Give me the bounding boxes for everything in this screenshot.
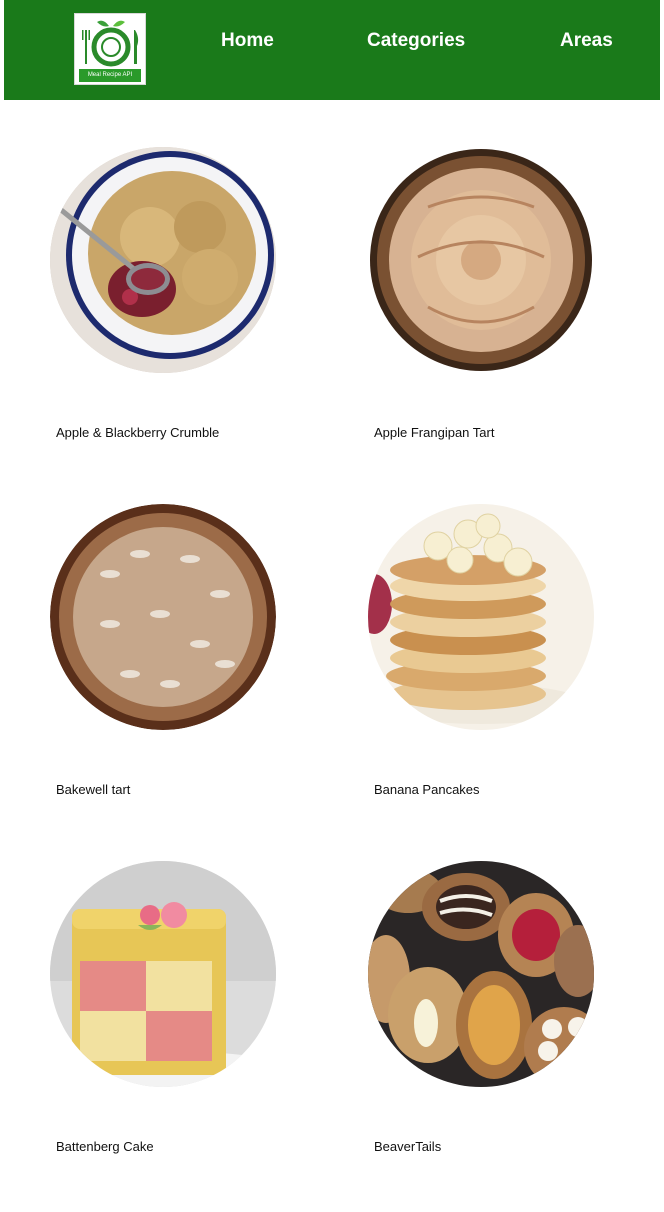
meal-card[interactable]: Apple Frangipan Tart xyxy=(368,147,648,467)
meal-image[interactable] xyxy=(50,861,276,1087)
app-logo[interactable]: Meal Recipe API xyxy=(74,13,146,85)
meal-image[interactable] xyxy=(50,147,276,373)
meal-name[interactable]: BeaverTails xyxy=(374,1139,441,1155)
meal-card[interactable]: BeaverTails xyxy=(368,861,648,1181)
meal-name[interactable]: Banana Pancakes xyxy=(374,782,480,798)
meal-image[interactable] xyxy=(368,504,594,730)
meal-name[interactable]: Bakewell tart xyxy=(56,782,130,798)
meal-image[interactable] xyxy=(50,504,276,730)
meal-card[interactable]: Bakewell tart xyxy=(50,504,330,824)
meal-name[interactable]: Battenberg Cake xyxy=(56,1139,154,1155)
meal-image[interactable] xyxy=(368,147,594,373)
meal-image[interactable] xyxy=(368,861,594,1087)
meal-name[interactable]: Apple & Blackberry Crumble xyxy=(56,425,219,441)
meal-card[interactable]: Banana Pancakes xyxy=(368,504,648,824)
plate-cutlery-icon xyxy=(82,20,139,67)
meal-card[interactable]: Apple & Blackberry Crumble xyxy=(50,147,330,467)
meal-card[interactable]: Battenberg Cake xyxy=(50,861,330,1181)
nav-categories[interactable]: Categories xyxy=(367,28,465,54)
logo-caption: Meal Recipe API xyxy=(79,69,141,82)
nav-home[interactable]: Home xyxy=(221,28,274,54)
meal-name[interactable]: Apple Frangipan Tart xyxy=(374,425,494,441)
top-navbar: Meal Recipe API Home Categories Areas xyxy=(4,0,660,100)
nav-areas[interactable]: Areas xyxy=(560,28,613,54)
